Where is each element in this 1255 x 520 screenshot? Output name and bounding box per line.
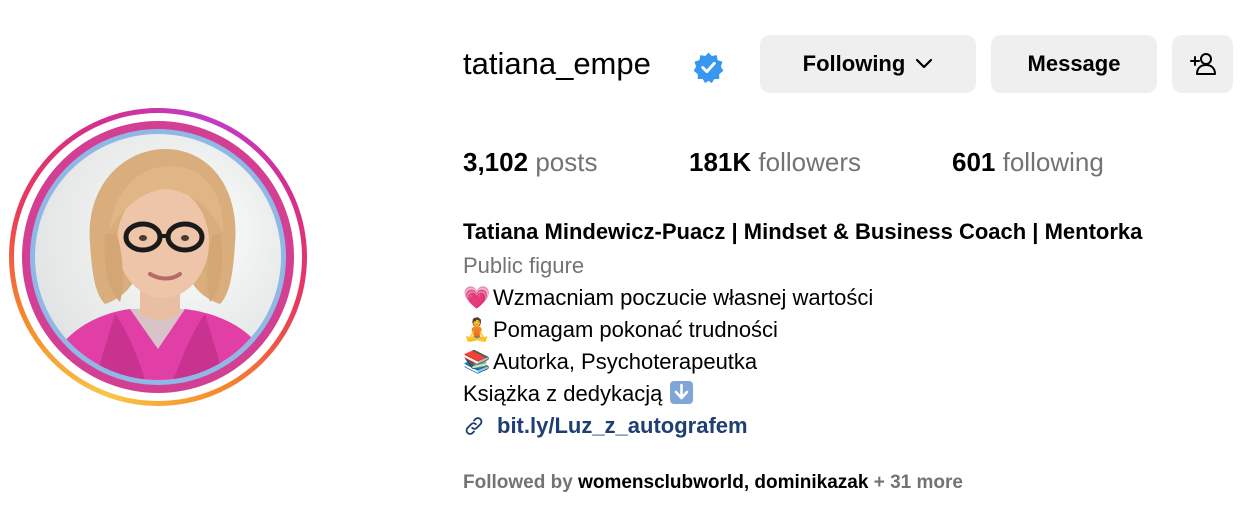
followed-by: Followed by womensclubworld, dominikazak… [463,472,963,493]
message-button[interactable]: Message [991,35,1157,93]
down-arrow-icon [670,381,694,404]
following-button[interactable]: Following [760,35,976,93]
bio-line: 🧘 Pomagam pokonać trudności [463,317,778,342]
add-person-icon [1189,53,1216,75]
following-link[interactable]: 601 following [952,146,1104,178]
profile-avatar[interactable] [9,108,307,406]
chevron-down-icon [916,58,933,69]
mutual-follower-link[interactable]: dominikazak [754,472,868,493]
profile-full-name: Tatiana Mindewicz-Puacz | Mindset & Busi… [463,219,1143,244]
books-emoji-icon: 📚 [463,349,491,374]
heart-emoji-icon: 💗 [463,285,491,310]
followers-link[interactable]: 181K followers [689,146,861,178]
posts-count: 3,102 posts [463,147,598,177]
link-icon [465,417,483,435]
profile-category: Public figure [463,253,585,278]
bio-line: 💗 Wzmacniam poczucie własnej wartości [463,285,874,310]
profile-username: tatiana_empe [463,46,651,81]
mutual-follower-link[interactable]: womensclubworld [578,472,744,493]
bio-line: Książka z dedykacją [463,380,694,408]
following-button-label: Following [802,51,906,76]
suggested-accounts-button[interactable] [1172,35,1233,93]
meditation-emoji-icon: 🧘 [463,317,491,342]
verified-badge-icon [693,52,724,84]
more-mutual-followers-link[interactable]: + 31 more [874,472,963,493]
profile-photo [35,134,281,380]
message-button-label: Message [1027,51,1121,76]
bio-link-text[interactable]: bit.ly/Luz_z_autografem [497,413,748,439]
bio-line: 📚 Autorka, Psychoterapeutka [463,349,758,374]
bio-link[interactable]: bit.ly/Luz_z_autografem [463,411,748,441]
